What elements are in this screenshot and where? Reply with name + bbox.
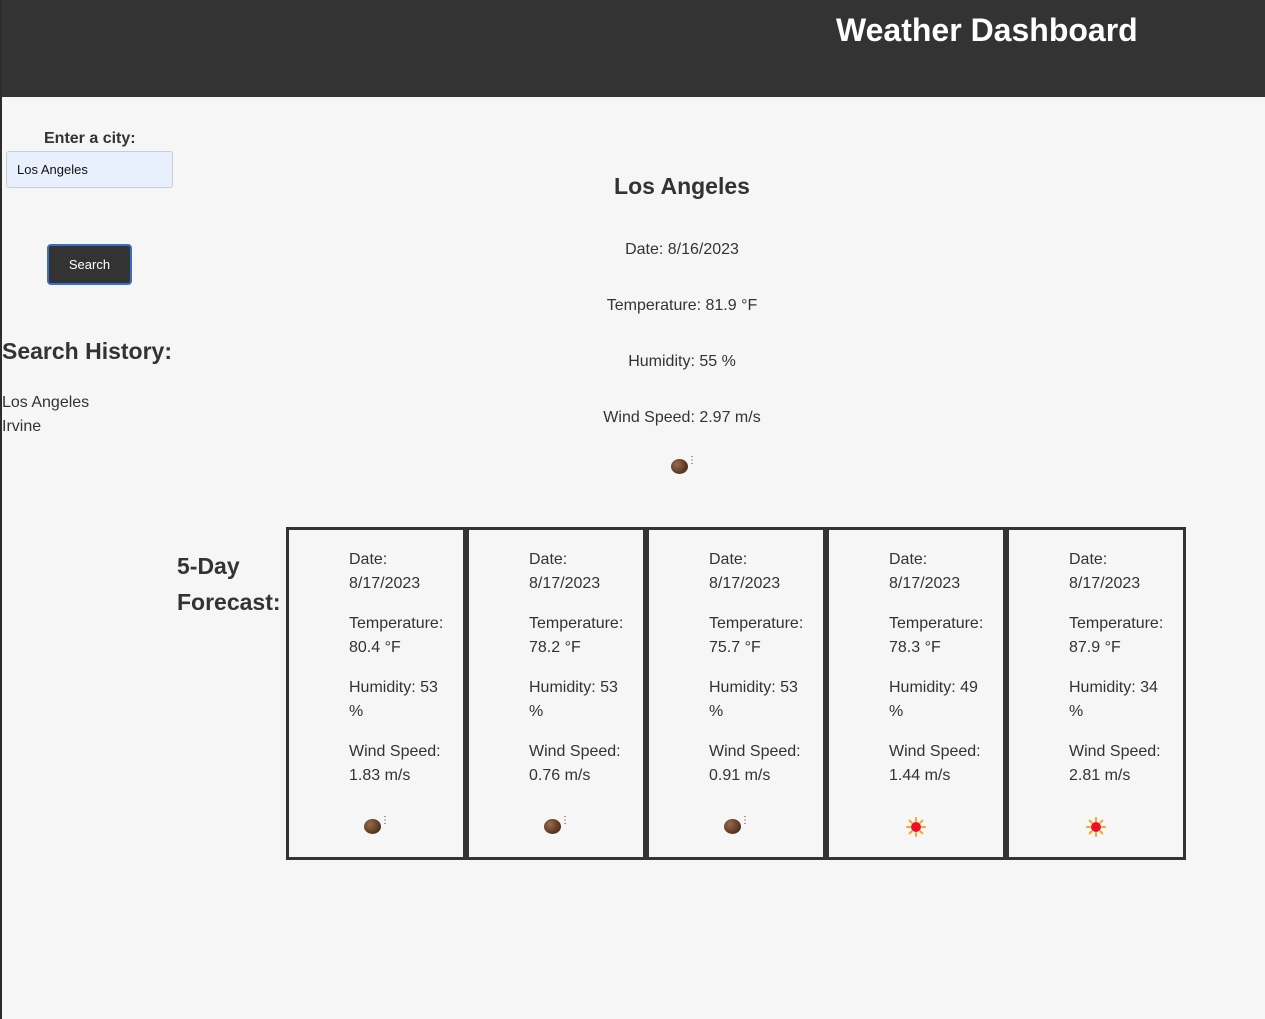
history-item-irvine[interactable]: Irvine [2,415,89,439]
search-button[interactable]: Search [47,244,132,285]
sun-icon [1084,816,1106,837]
forecast-date: 8/17/2023 [709,575,781,592]
forecast-humidity-unit: % [1069,703,1084,720]
city-search-input[interactable] [6,151,173,188]
forecast-date-label: Date: [889,551,928,568]
forecast-humidity: Humidity: 53 [529,679,618,696]
new-moon-face-icon: ⋮ [544,816,570,836]
forecast-title: 5-Day Forecast: [177,548,281,620]
current-city-name: Los Angeles [614,173,750,199]
sun-icon [904,816,926,837]
forecast-humidity-unit: % [529,703,544,720]
forecast-humidity: Humidity: 53 [349,679,438,696]
forecast-humidity-unit: % [349,703,364,720]
search-history-list: Los Angeles Irvine [2,391,89,439]
page-title: Weather Dashboard [836,12,1138,48]
forecast-wind: 1.83 m/s [349,767,411,784]
new-moon-face-icon: ⋮ [364,816,390,836]
forecast-temp: 80.4 °F [349,639,401,656]
forecast-card: Date: 8/17/2023 Temperature: 78.2 °F Humid… [466,527,646,860]
forecast-cards: Date: 8/17/2023 Temperature: 80.4 °F Humid… [286,527,1187,860]
forecast-temp-label: Temperature: [529,615,624,632]
forecast-temp-label: Temperature: [349,615,444,632]
page: Weather Dashboard Enter a city: Search S… [0,0,1265,1019]
forecast-wind: 0.91 m/s [709,767,771,784]
new-moon-face-icon: ⋮ [671,456,697,476]
forecast-humidity: Humidity: 53 [709,679,798,696]
forecast-humidity-unit: % [889,703,904,720]
forecast-date: 8/17/2023 [349,575,421,592]
forecast-title-line1: 5-Day [177,553,240,579]
forecast-card: Date: 8/17/2023 Temperature: 80.4 °F Humid… [286,527,466,860]
city-input-label: Enter a city: [44,130,136,147]
forecast-wind: 2.81 m/s [1069,767,1131,784]
forecast-title-line2: Forecast: [177,589,281,615]
forecast-humidity-unit: % [709,703,724,720]
forecast-humidity: Humidity: 34 [1069,679,1158,696]
forecast-temp: 78.3 °F [889,639,941,656]
history-item-los-angeles[interactable]: Los Angeles [2,391,89,415]
forecast-temp-label: Temperature: [709,615,804,632]
forecast-humidity: Humidity: 49 [889,679,978,696]
header-bar: Weather Dashboard [2,0,1265,97]
current-humidity: Humidity: 55 % [628,353,736,370]
forecast-temp: 75.7 °F [709,639,761,656]
current-date: Date: 8/16/2023 [625,241,739,258]
forecast-temp: 87.9 °F [1069,639,1121,656]
forecast-wind-label: Wind Speed: [349,743,441,760]
forecast-date-label: Date: [709,551,748,568]
forecast-wind: 1.44 m/s [889,767,951,784]
forecast-wind-label: Wind Speed: [889,743,981,760]
forecast-card: Date: 8/17/2023 Temperature: 78.3 °F Humid… [826,527,1006,860]
forecast-wind-label: Wind Speed: [709,743,801,760]
forecast-temp-label: Temperature: [889,615,984,632]
forecast-date-label: Date: [1069,551,1108,568]
forecast-card: Date: 8/17/2023 Temperature: 87.9 °F Humid… [1006,527,1186,860]
forecast-wind-label: Wind Speed: [529,743,621,760]
forecast-date: 8/17/2023 [889,575,961,592]
forecast-temp: 78.2 °F [529,639,581,656]
current-weather: Los Angeles Date: 8/16/2023 Temperature:… [482,168,882,478]
forecast-date: 8/17/2023 [529,575,601,592]
current-wind-speed: Wind Speed: 2.97 m/s [603,409,761,426]
forecast-card: Date: 8/17/2023 Temperature: 75.7 °F Humid… [646,527,826,860]
forecast-date: 8/17/2023 [1069,575,1141,592]
new-moon-face-icon: ⋮ [724,816,750,836]
forecast-wind-label: Wind Speed: [1069,743,1161,760]
search-history-title: Search History: [2,338,173,364]
forecast-date-label: Date: [349,551,388,568]
current-temperature: Temperature: 81.9 °F [606,297,758,314]
forecast-wind: 0.76 m/s [529,767,591,784]
forecast-temp-label: Temperature: [1069,615,1164,632]
forecast-date-label: Date: [529,551,568,568]
